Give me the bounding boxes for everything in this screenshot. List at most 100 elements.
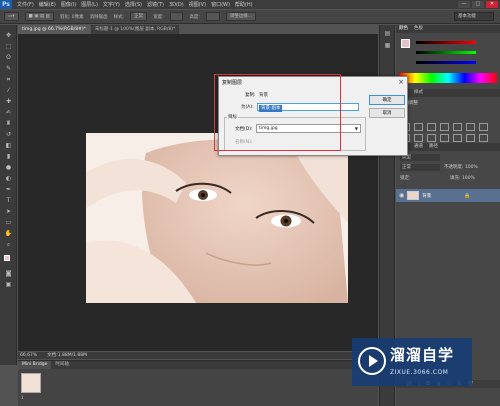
zoom-tool-icon[interactable]: ⌕ bbox=[4, 240, 13, 249]
zoom-level[interactable]: 66.67% bbox=[20, 352, 37, 359]
marquee-tool-icon[interactable]: ⬚ bbox=[4, 42, 13, 51]
ok-button[interactable]: 确定 bbox=[369, 95, 405, 105]
hue-saturation-icon[interactable] bbox=[466, 123, 475, 131]
tab-timg[interactable]: timg.jpg @ 66.7%(RGB/8#)* bbox=[18, 25, 90, 34]
history-brush-icon[interactable]: ↺ bbox=[4, 130, 13, 139]
document-tabs: timg.jpg @ 66.7%(RGB/8#)* 未标题-1 @ 100%(图… bbox=[18, 25, 180, 34]
marquee-tool-preset[interactable]: ▭▾ bbox=[4, 12, 19, 21]
quick-select-tool-icon[interactable]: ✎ bbox=[4, 64, 13, 73]
pen-tool-icon[interactable]: ✒ bbox=[4, 185, 13, 194]
exposure-icon[interactable] bbox=[440, 123, 449, 131]
width-field[interactable] bbox=[169, 12, 184, 21]
eye-icon[interactable]: ◉ bbox=[399, 192, 404, 199]
path-select-icon[interactable]: ➤ bbox=[4, 207, 13, 216]
options-bar: ▭▾ ■ ▣ ▤ ▥ 羽化: 0像素 消除锯齿 样式: 正常 宽度: 高度: 调… bbox=[0, 10, 500, 24]
shape-tool-icon[interactable]: ▭ bbox=[4, 218, 13, 227]
dodge-tool-icon[interactable]: ◐ bbox=[4, 174, 13, 183]
gradient-tool-icon[interactable]: ▮ bbox=[4, 152, 13, 161]
move-tool-icon[interactable]: ✥ bbox=[4, 31, 13, 40]
curves-icon[interactable] bbox=[427, 123, 436, 131]
adjustments-panel-tabs: 调整 样式 bbox=[396, 89, 500, 97]
status-bar: 66.67% 文档:1.88M/1.88M bbox=[18, 352, 378, 359]
menu-type[interactable]: 文字(Y) bbox=[103, 1, 120, 8]
color-lookup-icon[interactable] bbox=[440, 134, 449, 142]
bottom-panel-tabs: Mini Bridge 时间轴 bbox=[18, 361, 378, 369]
blend-mode-select[interactable]: 正常 bbox=[400, 164, 440, 171]
color-spectrum[interactable] bbox=[399, 73, 497, 83]
menu-image[interactable]: 图像(I) bbox=[61, 1, 76, 8]
lock-label: 锁定: bbox=[400, 176, 411, 181]
tab-timeline[interactable]: 时间轴 bbox=[51, 361, 73, 369]
play-logo-icon bbox=[358, 347, 386, 375]
restore-button[interactable]: □ bbox=[472, 1, 484, 8]
menu-help[interactable]: 帮助(H) bbox=[235, 1, 253, 8]
color-balance-icon[interactable] bbox=[479, 123, 488, 131]
selection-mode-buttons[interactable]: ■ ▣ ▤ ▥ bbox=[24, 12, 54, 21]
channel-mixer-icon[interactable] bbox=[427, 134, 436, 142]
menu-view[interactable]: 视图(V) bbox=[189, 1, 206, 8]
menu-edit[interactable]: 编辑(E) bbox=[39, 1, 56, 8]
levels-icon[interactable] bbox=[414, 123, 423, 131]
posterize-icon[interactable] bbox=[466, 134, 475, 142]
vibrance-icon[interactable] bbox=[453, 123, 462, 131]
menu-select[interactable]: 选择(S) bbox=[125, 1, 142, 8]
tab-paths[interactable]: 路径 bbox=[429, 143, 438, 151]
blue-slider[interactable] bbox=[416, 61, 476, 64]
photo-filter-icon[interactable] bbox=[414, 134, 423, 142]
clone-stamp-icon[interactable]: ♜ bbox=[4, 119, 13, 128]
menu-window[interactable]: 窗口(W) bbox=[211, 1, 230, 8]
cancel-button[interactable]: 取消 bbox=[369, 108, 405, 118]
fill-field[interactable]: 填充: 100% bbox=[450, 175, 475, 181]
red-slider[interactable] bbox=[416, 41, 476, 44]
foreground-color[interactable] bbox=[401, 39, 410, 48]
foreground-color-swatch[interactable] bbox=[4, 255, 13, 264]
image-thumbnail[interactable] bbox=[21, 373, 41, 393]
width-label: 宽度: bbox=[153, 14, 164, 20]
menu-3d[interactable]: 3D(D) bbox=[169, 2, 184, 8]
threshold-icon[interactable] bbox=[479, 134, 488, 142]
dialog-close-icon[interactable]: × bbox=[398, 78, 404, 86]
green-slider[interactable] bbox=[416, 51, 476, 54]
brush-tool-icon[interactable]: ✍ bbox=[4, 108, 13, 117]
refine-edge-button[interactable]: 调整边缘... bbox=[225, 12, 256, 21]
invert-icon[interactable] bbox=[453, 134, 462, 142]
history-panel-icon[interactable]: ▤ bbox=[383, 29, 392, 38]
screen-mode-icon[interactable]: ▣ bbox=[4, 280, 13, 289]
close-button[interactable]: ✕ bbox=[486, 1, 498, 8]
eraser-tool-icon[interactable]: ◧ bbox=[4, 141, 13, 150]
eyedropper-tool-icon[interactable]: ⁄ bbox=[4, 86, 13, 95]
tab-channels[interactable]: 通道 bbox=[414, 143, 423, 151]
height-label: 高度: bbox=[189, 14, 200, 20]
antialias-checkbox[interactable]: 消除锯齿 bbox=[90, 14, 108, 20]
workspace-select[interactable]: 基本功能 bbox=[454, 12, 494, 21]
hand-tool-icon[interactable]: ✋ bbox=[4, 229, 13, 238]
layer-name[interactable]: 背景 bbox=[422, 193, 431, 199]
lasso-tool-icon[interactable]: ʘ bbox=[4, 53, 13, 62]
menu-bar: Ps 文件(F) 编辑(E) 图像(I) 图层(L) 文字(Y) 选择(S) 滤… bbox=[0, 0, 500, 9]
properties-panel-icon[interactable]: ▦ bbox=[383, 41, 392, 50]
layer-row-background[interactable]: ◉ 背景 🔒 bbox=[396, 189, 500, 202]
tab-untitled[interactable]: 未标题-1 @ 100%(图层 副本, RGB/8)* bbox=[90, 25, 180, 34]
document-size: 文档:1.88M/1.88M bbox=[47, 353, 88, 358]
tab-styles[interactable]: 样式 bbox=[414, 89, 423, 97]
menu-layer[interactable]: 图层(L) bbox=[81, 1, 98, 8]
layer-thumbnail bbox=[407, 191, 420, 200]
minimize-button[interactable]: — bbox=[458, 1, 470, 8]
height-field[interactable] bbox=[205, 12, 220, 21]
tab-color[interactable]: 颜色 bbox=[399, 25, 408, 33]
opacity-field[interactable]: 不透明度: 100% bbox=[444, 164, 478, 170]
crop-tool-icon[interactable]: ⌗ bbox=[4, 75, 13, 84]
color-panel-tabs: 颜色 色板 bbox=[396, 25, 500, 33]
feather-field[interactable]: 羽化: 0像素 bbox=[60, 14, 84, 20]
blur-tool-icon[interactable]: ● bbox=[4, 163, 13, 172]
photoshop-logo: Ps bbox=[0, 0, 12, 9]
quick-mask-icon[interactable]: ◙ bbox=[4, 269, 13, 278]
tab-mini-bridge[interactable]: Mini Bridge bbox=[18, 361, 52, 369]
style-select[interactable]: 正常 bbox=[130, 12, 148, 21]
type-tool-icon[interactable]: T bbox=[4, 196, 13, 205]
healing-brush-icon[interactable]: ✚ bbox=[4, 97, 13, 106]
tab-swatches[interactable]: 色板 bbox=[414, 25, 423, 33]
watermark-title: 溜溜自学 bbox=[390, 346, 455, 364]
menu-filter[interactable]: 滤镜(T) bbox=[147, 1, 164, 8]
menu-file[interactable]: 文件(F) bbox=[17, 1, 34, 8]
